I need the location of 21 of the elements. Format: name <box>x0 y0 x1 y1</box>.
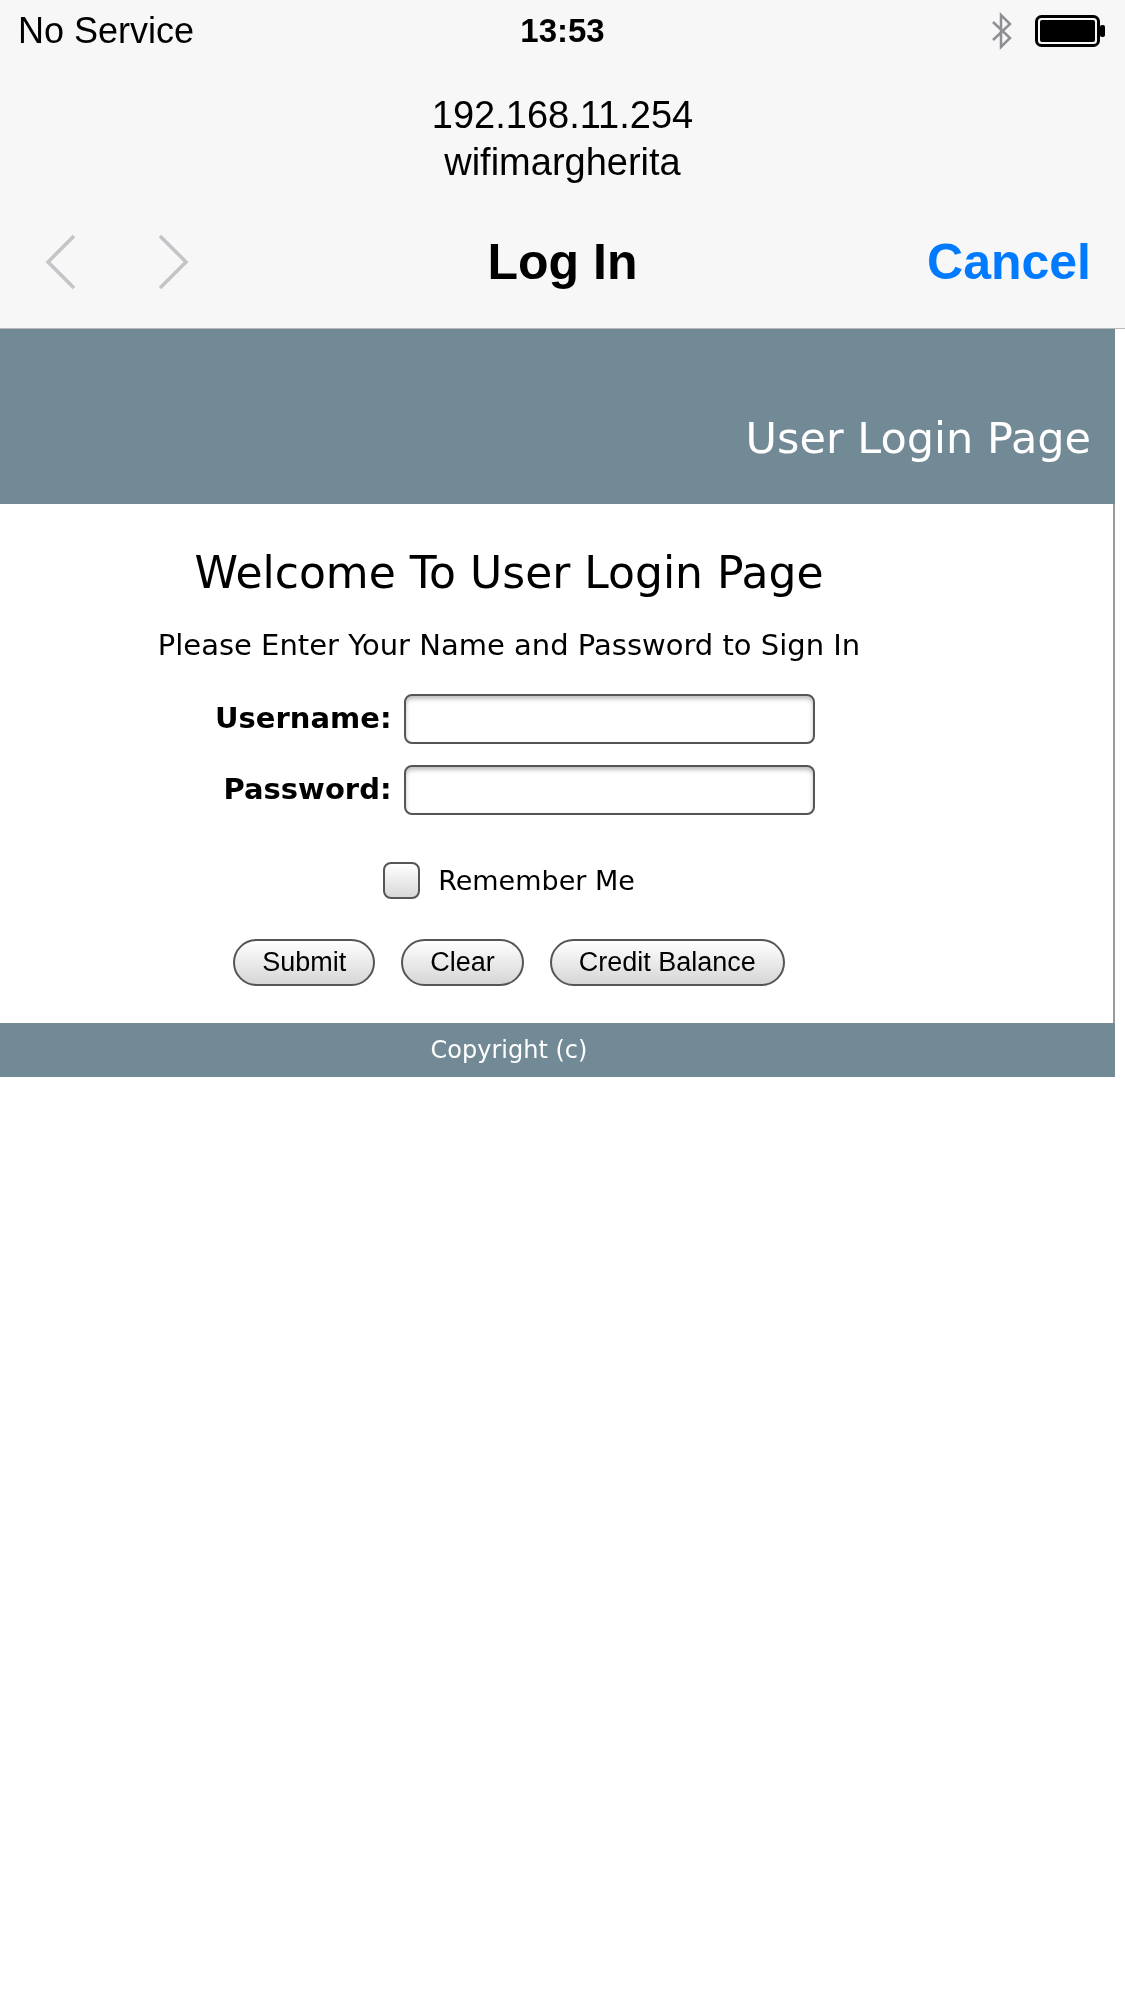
form-button[interactable]: Submit <box>233 939 376 986</box>
page-title: Log In <box>487 232 638 292</box>
form-button[interactable]: Clear <box>401 939 524 986</box>
field-label: Password: <box>222 770 393 808</box>
welcome-heading: Welcome To User Login Page <box>194 546 824 600</box>
input-field[interactable] <box>403 764 815 815</box>
checkbox-label: Remember Me <box>438 863 635 898</box>
battery-icon <box>1035 15 1107 47</box>
network-name: wifimargherita <box>444 140 681 185</box>
host-address: 192.168.11.254 <box>431 93 694 138</box>
clock-text: 13:53 <box>520 11 605 52</box>
field-label: Username: <box>214 699 393 737</box>
cancel-button[interactable]: Cancel <box>927 224 1091 300</box>
remember-checkbox[interactable] <box>383 862 421 900</box>
form-button[interactable]: Credit Balance <box>549 939 785 986</box>
footer-bar: Copyright (c) <box>0 1023 1115 1077</box>
bluetooth-icon <box>991 11 1013 51</box>
instruction-text: Please Enter Your Name and Password to Sign In <box>157 627 861 664</box>
header-bar: User Login Page <box>0 329 1115 504</box>
carrier-text: No Service <box>18 9 195 53</box>
input-field[interactable] <box>403 693 815 744</box>
